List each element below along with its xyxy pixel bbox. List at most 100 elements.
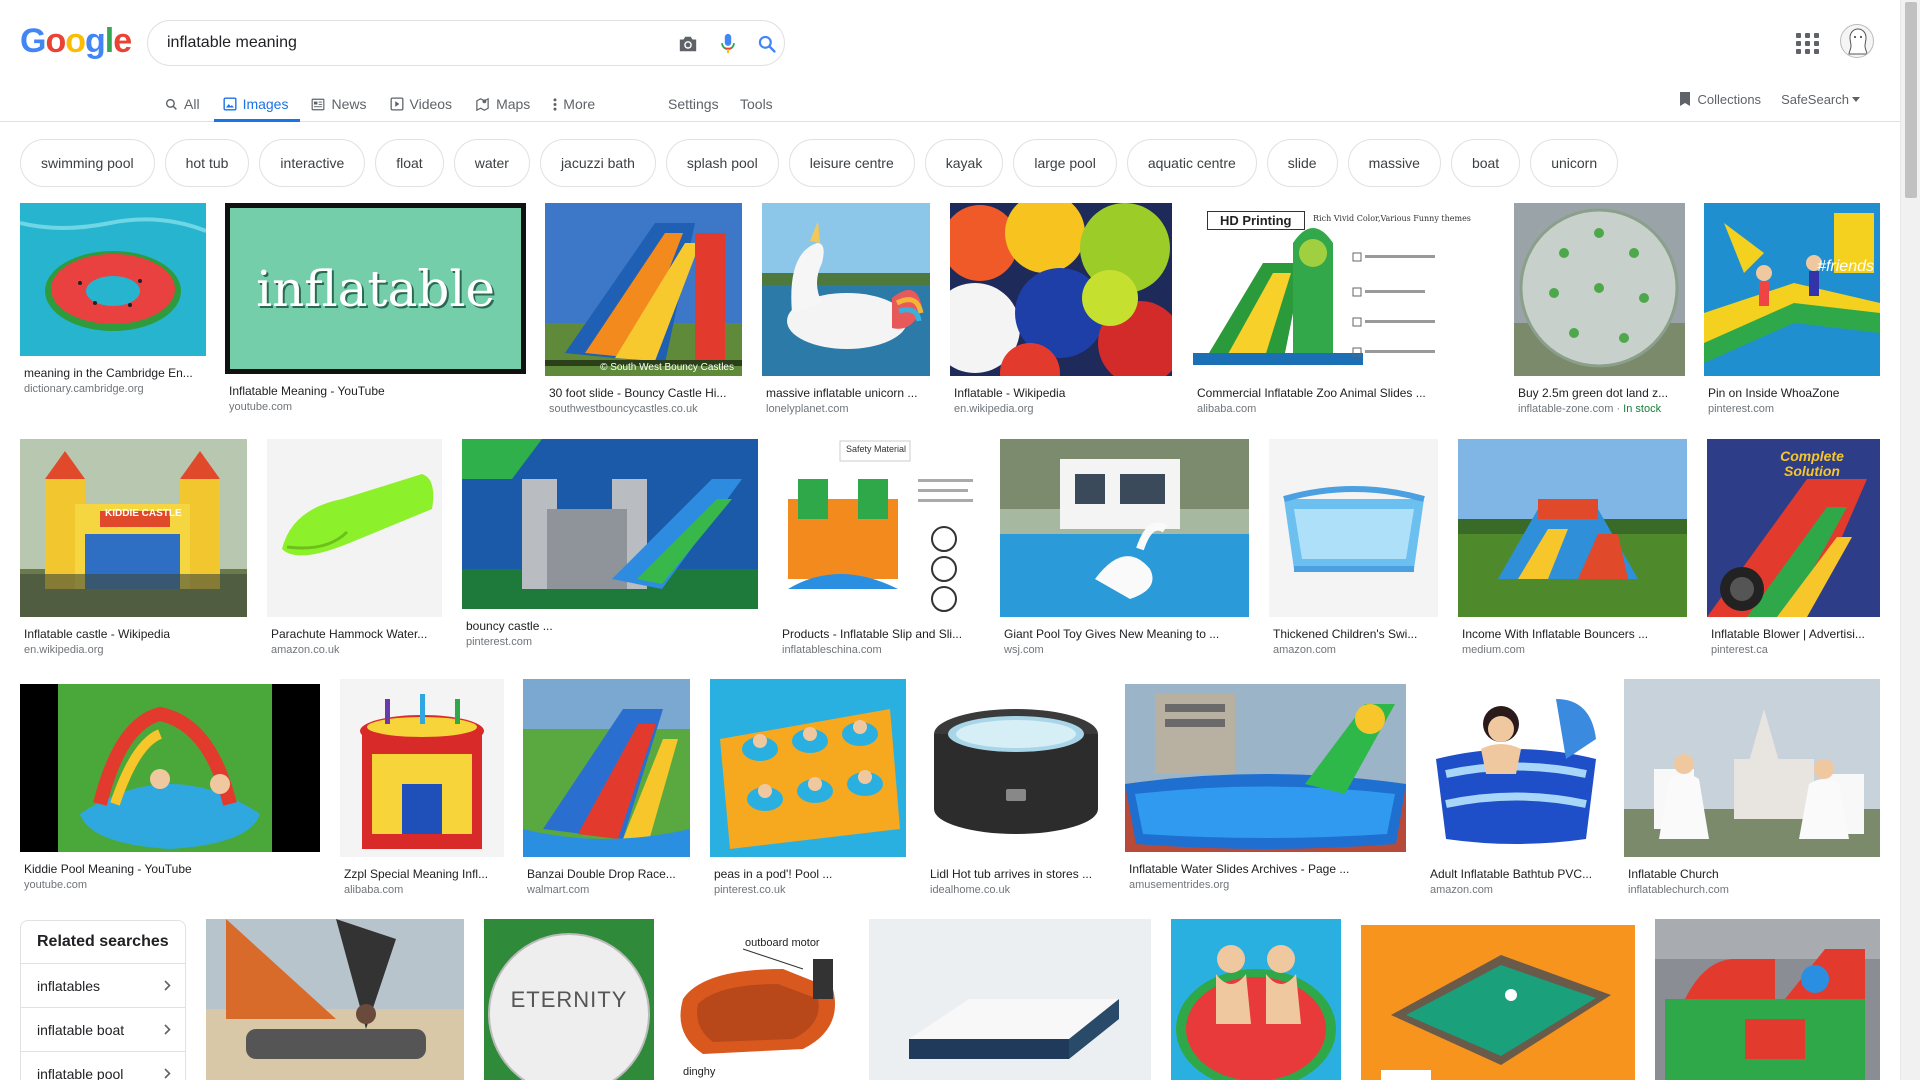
chip[interactable]: leisure centre (788, 139, 915, 187)
chip[interactable]: massive (1347, 139, 1441, 187)
image-result[interactable]: Adult Inflatable Bathtub PVC... amazon.c… (1426, 679, 1604, 896)
image-result[interactable]: Banzai Double Drop Race... walmart.com (523, 679, 690, 896)
apps-grid-icon[interactable] (1793, 30, 1819, 56)
image-result[interactable]: Inflatable - Wikipedia en.wikipedia.org (950, 203, 1172, 415)
result-thumbnail[interactable] (1514, 203, 1685, 376)
result-thumbnail[interactable] (1624, 679, 1880, 857)
result-thumbnail[interactable]: © South West Bouncy Castles (545, 203, 742, 376)
related-search-item[interactable]: inflatable pool (21, 1052, 185, 1080)
image-result[interactable]: Giant Pool Toy Gives New Meaning to ... … (1000, 439, 1249, 656)
image-result[interactable]: #friends Pin on Inside WhoaZone pinteres… (1704, 203, 1880, 415)
camera-icon[interactable] (675, 31, 701, 57)
result-thumbnail[interactable]: Safety Material (778, 439, 980, 617)
image-result[interactable] (1655, 919, 1880, 1080)
result-thumbnail[interactable] (869, 919, 1151, 1080)
result-thumbnail[interactable] (1361, 925, 1635, 1080)
image-result[interactable] (206, 919, 464, 1080)
chip[interactable]: jacuzzi bath (539, 139, 656, 187)
result-thumbnail[interactable] (267, 439, 442, 617)
result-thumbnail[interactable] (1655, 919, 1880, 1080)
result-thumbnail[interactable] (710, 679, 906, 857)
tab-maps[interactable]: Maps (475, 86, 530, 122)
safesearch-dropdown[interactable]: SafeSearch (1781, 92, 1860, 107)
result-thumbnail[interactable] (340, 679, 504, 857)
image-result[interactable]: © South West Bouncy Castles 30 foot slid… (545, 203, 742, 415)
chip[interactable]: interactive (259, 139, 366, 187)
result-thumbnail[interactable]: HD Printing Rich Vivid Color,Various Fun… (1193, 203, 1495, 376)
result-thumbnail[interactable]: KIDDIE CASTLE (20, 439, 247, 617)
result-thumbnail[interactable]: outboard motor dinghy (673, 919, 850, 1080)
scrollbar-thumb[interactable] (1905, 2, 1917, 198)
result-thumbnail[interactable] (1426, 679, 1604, 857)
result-thumbnail[interactable] (926, 679, 1105, 857)
image-result[interactable]: inflatable Inflatable Meaning - YouTube … (225, 203, 526, 413)
image-result[interactable]: massive inflatable unicorn ... lonelypla… (762, 203, 930, 415)
image-result[interactable]: Complete Solution Inflatable Blower | Ad… (1707, 439, 1880, 656)
vertical-scrollbar[interactable] (1900, 0, 1920, 1080)
image-result[interactable] (1171, 919, 1341, 1080)
google-logo[interactable]: Google (20, 22, 132, 61)
search-input[interactable] (167, 31, 637, 55)
chip[interactable]: slide (1266, 139, 1338, 187)
result-thumbnail[interactable]: #friends (1704, 203, 1880, 376)
chip[interactable]: large pool (1013, 139, 1117, 187)
image-result[interactable]: KIDDIE CASTLE Inflatable castle - Wikipe… (20, 439, 247, 656)
tools-link[interactable]: Tools (740, 86, 773, 122)
result-thumbnail[interactable]: ETERNITY (484, 919, 654, 1080)
avatar[interactable] (1840, 24, 1874, 58)
chip[interactable]: boat (1450, 139, 1521, 187)
image-result[interactable]: HD Printing Rich Vivid Color,Various Fun… (1193, 203, 1495, 415)
chip[interactable]: hot tub (164, 139, 250, 187)
result-thumbnail[interactable] (762, 203, 930, 376)
result-thumbnail[interactable] (1458, 439, 1687, 617)
result-thumbnail[interactable]: inflatable (225, 203, 526, 374)
image-result[interactable]: Buy 2.5m green dot land z... inflatable-… (1514, 203, 1685, 415)
chip[interactable]: kayak (924, 139, 1004, 187)
chip[interactable]: swimming pool (20, 139, 155, 187)
image-result[interactable]: Income With Inflatable Bouncers ... medi… (1458, 439, 1687, 656)
image-result[interactable]: outboard motor dinghy (673, 919, 850, 1080)
tab-videos[interactable]: Videos (390, 86, 452, 122)
settings-link[interactable]: Settings (668, 86, 719, 122)
result-thumbnail[interactable] (523, 679, 690, 857)
image-result[interactable]: Lidl Hot tub arrives in stores ... ideal… (926, 679, 1105, 896)
result-thumbnail[interactable] (1171, 919, 1341, 1080)
result-thumbnail[interactable] (206, 919, 464, 1080)
chip[interactable]: splash pool (665, 139, 779, 187)
image-result[interactable]: Inflatable Water Slides Archives - Page … (1125, 684, 1406, 891)
image-result[interactable]: Parachute Hammock Water... amazon.co.uk (267, 439, 442, 656)
image-result[interactable]: Zzpl Special Meaning Infl... alibaba.com (340, 679, 504, 896)
result-thumbnail[interactable] (950, 203, 1172, 376)
image-result[interactable]: peas in a pod'! Pool ... pinterest.co.uk (710, 679, 906, 896)
result-thumbnail[interactable] (1125, 684, 1406, 852)
image-result[interactable]: ETERNITY (484, 919, 654, 1080)
tab-more[interactable]: More (553, 86, 595, 122)
image-result[interactable] (1361, 925, 1635, 1080)
result-thumbnail[interactable] (20, 684, 320, 852)
tab-news[interactable]: News (311, 86, 367, 122)
image-result[interactable] (869, 919, 1151, 1080)
result-thumbnail[interactable] (20, 203, 206, 356)
collections-icon[interactable] (1679, 91, 1691, 107)
image-result[interactable]: Thickened Children's Swi... amazon.com (1269, 439, 1438, 656)
related-search-item[interactable]: inflatables (21, 964, 185, 1008)
chip[interactable]: float (375, 139, 444, 187)
image-result[interactable]: Inflatable Church inflatablechurch.com (1624, 679, 1880, 896)
image-result[interactable]: bouncy castle ... pinterest.com (462, 439, 758, 648)
result-thumbnail[interactable] (1000, 439, 1249, 617)
image-result[interactable]: Kiddie Pool Meaning - YouTube youtube.co… (20, 684, 320, 891)
microphone-icon[interactable] (715, 31, 741, 57)
result-thumbnail[interactable]: Complete Solution (1707, 439, 1880, 617)
related-search-item[interactable]: inflatable boat (21, 1008, 185, 1052)
tab-all[interactable]: All (165, 86, 200, 122)
search-icon[interactable] (754, 31, 780, 57)
chip[interactable]: unicorn (1530, 139, 1619, 187)
chip[interactable]: aquatic centre (1126, 139, 1257, 187)
result-thumbnail[interactable] (1269, 439, 1438, 617)
image-result[interactable]: meaning in the Cambridge En... dictionar… (20, 203, 206, 395)
chip[interactable]: water (453, 139, 530, 187)
result-thumbnail[interactable] (462, 439, 758, 609)
collections-link[interactable]: Collections (1697, 92, 1761, 107)
image-result[interactable]: Safety Material Products - Inflatable Sl… (778, 439, 980, 656)
tab-images[interactable]: Images (213, 86, 301, 122)
